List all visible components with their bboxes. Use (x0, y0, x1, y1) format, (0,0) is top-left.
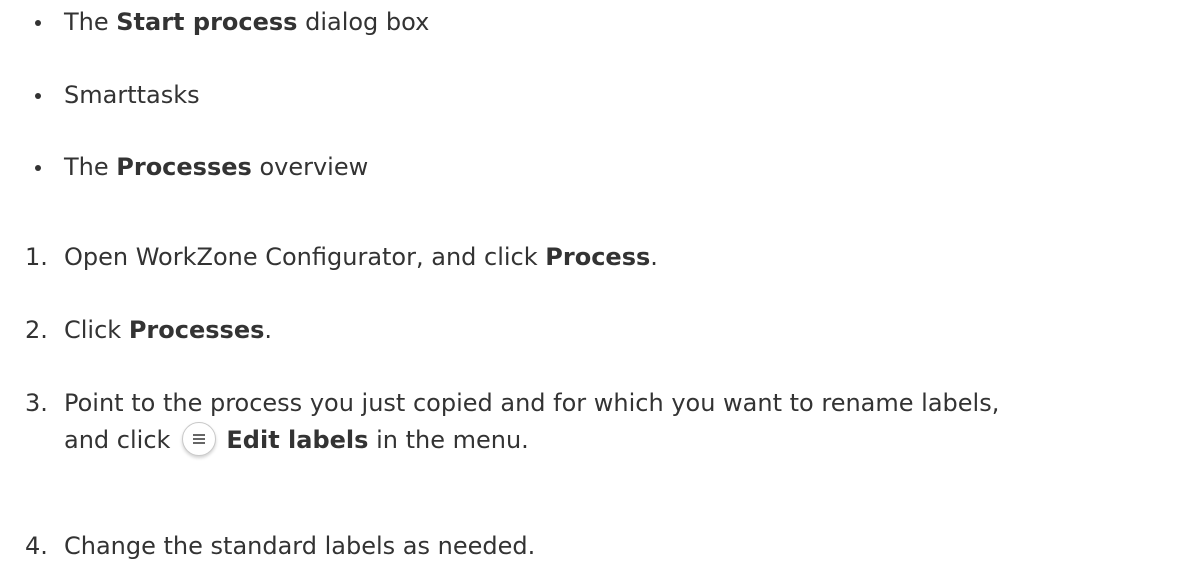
list-item: The Processes overview (35, 152, 369, 182)
list-item-text: Smarttasks (64, 81, 200, 109)
list-item-bold: Processes (116, 153, 252, 181)
step-text-part: . (650, 243, 658, 271)
hamburger-menu-icon (182, 422, 217, 456)
step-text: Open WorkZone Configurator, and click Pr… (64, 240, 658, 274)
step-text-part: in the menu. (368, 426, 529, 454)
bullet-dot (35, 165, 41, 171)
list-item-text: The (64, 8, 117, 36)
step-bold: Processes (128, 316, 265, 344)
bullet-dot (35, 93, 41, 99)
step-text: Point to the process you just copied and… (64, 389, 1000, 417)
step-text: Change the standard labels as needed. (64, 532, 536, 560)
bullet-dot (35, 20, 41, 26)
step-bold: Process (545, 243, 651, 271)
list-item: The Start process dialog box (35, 7, 430, 37)
list-item-text: The (64, 153, 117, 181)
list-item: Smarttasks (35, 80, 200, 110)
list-item-text: overview (251, 153, 369, 181)
list-item-bold: Start process (116, 8, 298, 36)
step-text-part: . (264, 316, 273, 344)
step-number: 2. (25, 316, 48, 344)
step-text-part: and click (64, 426, 171, 454)
instructions-page: The Start process dialog box Smarttasks … (0, 0, 1202, 581)
step-item: 3. Point to the process you just copied a… (25, 386, 999, 420)
step-bold: Edit labels (226, 426, 369, 454)
step-item: 4. Change the standard labels as needed. (25, 529, 535, 563)
step-number: 3. (25, 389, 48, 417)
step-continuation: and click Edit labels in the menu. (64, 422, 529, 458)
step-number: 4. (25, 532, 48, 560)
step-text-part: Open WorkZone Configurator, and click (64, 243, 546, 271)
step-item: 2. Click Processes. (25, 313, 272, 347)
step-text-part: Click (64, 316, 129, 344)
step-number: 1. (25, 243, 48, 271)
step-item: 1. Open WorkZone Configurator, and click … (25, 240, 658, 274)
list-item-text: dialog box (297, 8, 430, 36)
step-text: Click Processes. (64, 313, 272, 347)
